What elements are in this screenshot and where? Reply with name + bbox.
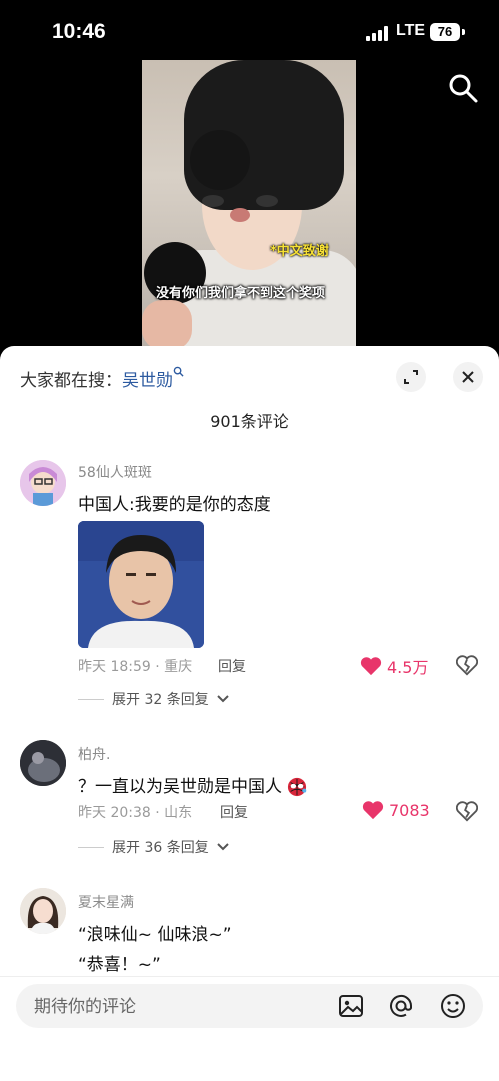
comment-text-line: “浪味仙~ 仙味浪~” xyxy=(78,925,232,945)
dislike-icon[interactable] xyxy=(456,654,478,676)
comment-meta: 昨天 18:59 · 重庆 xyxy=(78,659,193,675)
battery-icon: 76 xyxy=(430,23,460,41)
comment-text-content: ？一直以为吴世勋是中国人 xyxy=(78,777,282,797)
reply-button[interactable]: 回复 xyxy=(218,656,246,676)
expand-icon xyxy=(404,370,418,384)
comment-input[interactable] xyxy=(32,984,336,1030)
signal-icon xyxy=(366,25,388,41)
mention-icon[interactable] xyxy=(388,993,414,1019)
avatar-image xyxy=(20,740,66,786)
emoji-icon xyxy=(287,777,307,797)
close-icon xyxy=(462,371,474,383)
comment-text-line: “恭喜！~” xyxy=(78,955,161,975)
avatar-image xyxy=(20,460,66,506)
divider xyxy=(78,846,104,848)
dislike-icon[interactable] xyxy=(456,800,478,822)
expand-replies[interactable]: 展开 36 条回复 xyxy=(78,837,229,857)
close-button[interactable] xyxy=(453,362,483,392)
video-figure-mouth xyxy=(230,208,250,222)
video-figure-eye xyxy=(202,195,224,207)
reply-button[interactable]: 回复 xyxy=(220,802,248,822)
search-icon[interactable] xyxy=(447,72,479,104)
chevron-down-icon xyxy=(217,695,229,703)
expand-replies-label: 展开 36 条回复 xyxy=(112,840,209,856)
video-player[interactable]: *中文致谢 没有你们我们拿不到这个奖项 xyxy=(142,60,356,350)
comment-text: ？一直以为吴世勋是中国人 xyxy=(78,772,308,797)
video-caption-tag: *中文致谢 xyxy=(270,244,329,259)
comment-meta: 昨天 20:38 · 山东 xyxy=(78,805,193,821)
heart-icon xyxy=(362,801,384,820)
comment-text: 中国人:我要的是你的态度 xyxy=(78,495,271,515)
comment-username[interactable]: 柏舟. xyxy=(78,744,110,764)
search-small-icon xyxy=(173,366,184,377)
avatar-image xyxy=(20,888,66,934)
expand-replies[interactable]: 展开 32 条回复 xyxy=(78,689,229,709)
network-type: LTE xyxy=(396,22,426,39)
hot-search-keyword[interactable]: 吴世勋 xyxy=(122,371,173,391)
video-figure-eye xyxy=(256,195,278,207)
image-icon[interactable] xyxy=(338,993,364,1019)
comment-input-box[interactable] xyxy=(16,984,483,1030)
expand-replies-label: 展开 32 条回复 xyxy=(112,692,209,708)
emoji-picker-icon[interactable] xyxy=(440,993,466,1019)
avatar[interactable] xyxy=(20,460,66,506)
avatar[interactable] xyxy=(20,888,66,934)
hot-search[interactable]: 大家都在搜：吴世勋 xyxy=(20,366,184,391)
video-figure-hair xyxy=(190,130,250,190)
battery-tip xyxy=(462,29,465,35)
comment-username[interactable]: 夏末星满 xyxy=(78,892,134,912)
chevron-down-icon xyxy=(217,843,229,851)
like-button[interactable]: 7083 xyxy=(362,800,430,820)
avatar[interactable] xyxy=(20,740,66,786)
comment-image[interactable] xyxy=(78,521,204,648)
comment-username[interactable]: 58仙人斑斑 xyxy=(78,462,152,482)
video-caption: 没有你们我们拿不到这个奖项 xyxy=(156,286,326,301)
status-bar: 10:46 LTE 76 xyxy=(0,0,499,60)
status-time: 10:46 xyxy=(52,20,106,43)
like-count: 7083 xyxy=(389,800,430,820)
like-count: 4.5万 xyxy=(387,658,429,677)
comment-image-content xyxy=(78,521,204,648)
hot-search-prefix: 大家都在搜： xyxy=(20,371,122,391)
comment-count: 901条评论 xyxy=(210,412,289,431)
video-figure-hand xyxy=(142,300,192,350)
expand-button[interactable] xyxy=(396,362,426,392)
heart-icon xyxy=(360,657,382,676)
divider xyxy=(78,698,104,700)
comment-composer xyxy=(0,976,499,1081)
like-button[interactable]: 4.5万 xyxy=(360,654,428,678)
comment-sheet: 大家都在搜：吴世勋 901条评论 58仙人斑斑 中国人:我要的是你的态度 昨天 … xyxy=(0,346,499,1080)
